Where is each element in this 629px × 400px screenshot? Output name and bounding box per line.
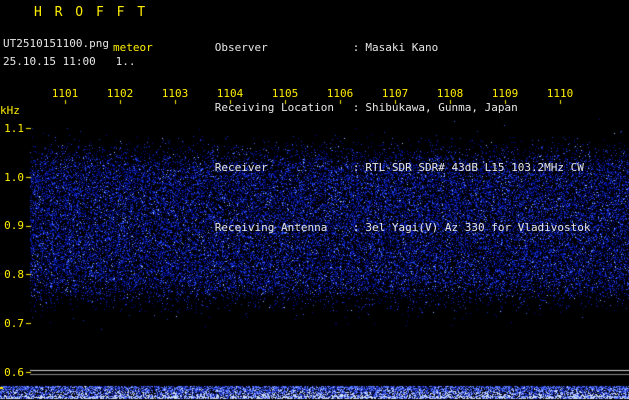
meta-value-location: Shibukawa, Gunma, Japan xyxy=(365,101,517,114)
y-axis-unit-label: kHz xyxy=(0,104,20,117)
x-tick-label-4: 1104 xyxy=(216,87,244,100)
x-tick-label-5: 1105 xyxy=(271,87,299,100)
y-tick-label-0-9: 0.9 xyxy=(0,219,24,232)
x-tick-label-3: 1103 xyxy=(161,87,189,100)
y-tick-label-0-6: 0.6 xyxy=(0,366,24,379)
meta-row-observer: Observer: Masaki Kano xyxy=(175,30,591,66)
y-tick-label-0-8: 0.8 xyxy=(0,268,24,281)
meta-value-observer: Masaki Kano xyxy=(365,41,438,54)
x-tick-label-9: 1109 xyxy=(491,87,519,100)
x-tick-label-1: 1101 xyxy=(51,87,79,100)
x-tick-label-6: 1106 xyxy=(326,87,354,100)
y-tick-label-0-7: 0.7 xyxy=(0,317,24,330)
meta-label-antenna: Receiving Antenna xyxy=(215,222,353,234)
x-tick-label-10: 1110 xyxy=(546,87,574,100)
meta-label-receiver: Receiver xyxy=(215,162,353,174)
y-tick-label-1-0: 1.0 xyxy=(0,171,24,184)
datetime-label: 25.10.15 11:00 1.. xyxy=(3,55,135,68)
meta-value-antenna: 3el Yagi(V) Az 330 for Vladivostok xyxy=(365,221,590,234)
meta-label-location: Receiving Location xyxy=(215,102,353,114)
hrofft-output-window: H R O F F T UT2510151100.png meteor 25.1… xyxy=(0,0,629,400)
meta-separator: : xyxy=(353,101,360,114)
x-tick-label-2: 1102 xyxy=(106,87,134,100)
x-tick-label-7: 1107 xyxy=(381,87,409,100)
meta-separator: : xyxy=(353,221,360,234)
meta-separator: : xyxy=(353,41,360,54)
meta-label-observer: Observer xyxy=(215,42,353,54)
metadata-block: Observer: Masaki Kano Receiving Location:… xyxy=(175,6,591,270)
meta-separator: : xyxy=(353,161,360,174)
meta-value-receiver: RTL-SDR SDR# 43dB L15 103.2MHz CW xyxy=(365,161,584,174)
app-title: H R O F F T xyxy=(34,5,148,20)
mode-label: meteor xyxy=(113,41,153,54)
meta-row-receiver: Receiver: RTL-SDR SDR# 43dB L15 103.2MHz … xyxy=(175,150,591,186)
y-tick-label-1-1: 1.1 xyxy=(0,122,24,135)
meta-row-antenna: Receiving Antenna:3el Yagi(V) Az 330 for… xyxy=(175,210,591,246)
output-filename: UT2510151100.png xyxy=(3,37,109,50)
x-tick-label-8: 1108 xyxy=(436,87,464,100)
